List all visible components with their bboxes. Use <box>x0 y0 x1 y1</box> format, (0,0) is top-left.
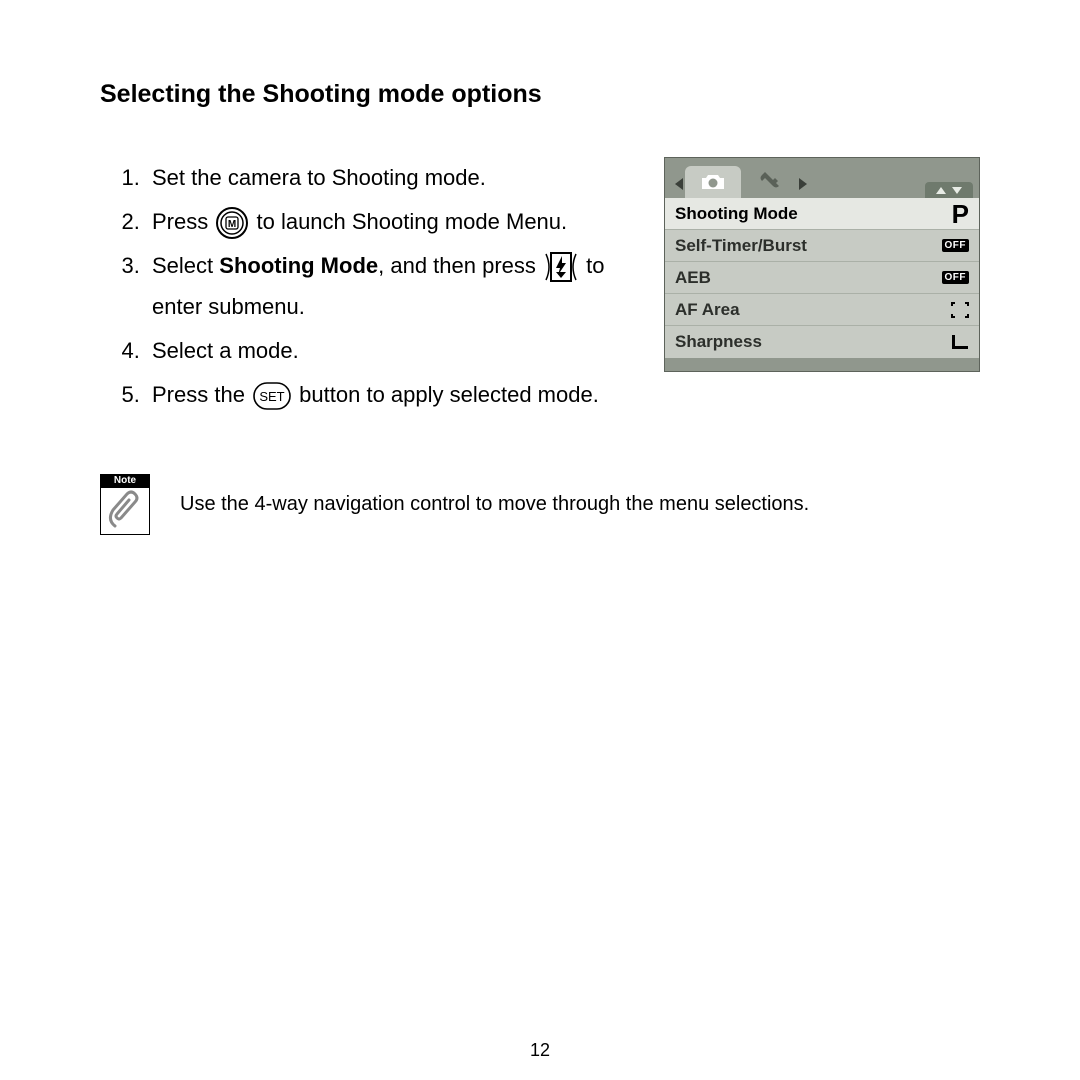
lcd-tab-bar <box>665 158 979 198</box>
note-text: Use the 4-way navigation control to move… <box>180 493 809 516</box>
note-icon: Note <box>100 474 150 536</box>
tab-setup[interactable] <box>741 166 797 198</box>
tab-shooting[interactable] <box>685 166 741 198</box>
lcd-row-shooting-mode[interactable]: Shooting Mode P <box>665 198 979 230</box>
lcd-row-label: Shooting Mode <box>675 204 798 224</box>
lcd-row-label: AF Area <box>675 300 740 320</box>
lcd-row-aeb[interactable]: AEB OFF <box>665 262 979 294</box>
step-5: Press the SET button to apply selected m… <box>146 374 634 416</box>
step-3: Select Shooting Mode, and then press to … <box>146 245 634 329</box>
step-3-b: , and then press <box>378 253 542 278</box>
lcd-value-p-icon: P <box>952 201 969 227</box>
lcd-row-label: Sharpness <box>675 332 762 352</box>
lcd-value-off-badge: OFF <box>942 239 970 252</box>
step-1-text: Set the camera to Shooting mode. <box>152 165 486 190</box>
camera-icon <box>700 172 726 192</box>
set-button-icon: SET <box>253 382 291 410</box>
step-1: Set the camera to Shooting mode. <box>146 157 634 199</box>
lcd-value-afarea-icon <box>951 302 969 318</box>
step-4: Select a mode. <box>146 330 634 372</box>
flash-down-icon <box>544 250 578 284</box>
step-2: Press M to launch Shooting mode Menu. <box>146 201 634 243</box>
page-number: 12 <box>0 1040 1080 1061</box>
lcd-menu-list: Shooting ModePSelf-Timer/BurstOFFAEBOFFA… <box>665 198 979 358</box>
svg-text:M: M <box>228 219 236 230</box>
camera-lcd-panel: Shooting ModePSelf-Timer/BurstOFFAEBOFFA… <box>664 157 980 372</box>
step-5-a: Press the <box>152 382 251 407</box>
instruction-column: Set the camera to Shooting mode. Press M… <box>100 157 634 418</box>
lcd-row-sharpness[interactable]: Sharpness <box>665 326 979 358</box>
section-heading: Selecting the Shooting mode options <box>100 80 980 109</box>
wrench-icon <box>756 172 782 192</box>
nav-up-down-icon <box>925 182 973 198</box>
note-label: Note <box>100 474 150 487</box>
tab-arrow-left-icon <box>675 178 683 190</box>
step-2-b: to launch Shooting mode Menu. <box>256 209 567 234</box>
m-button-icon: M <box>216 207 248 239</box>
lcd-value-off-badge: OFF <box>942 271 970 284</box>
step-3-bold: Shooting Mode <box>219 253 378 278</box>
svg-text:SET: SET <box>259 389 284 404</box>
lcd-row-label: AEB <box>675 268 711 288</box>
step-3-a: Select <box>152 253 219 278</box>
lcd-value-sharpness-icon <box>951 334 969 350</box>
tab-arrow-right-icon <box>799 178 807 190</box>
paperclip-icon <box>101 488 151 536</box>
lcd-row-label: Self-Timer/Burst <box>675 236 807 256</box>
lcd-row-af-area[interactable]: AF Area <box>665 294 979 326</box>
step-2-a: Press <box>152 209 214 234</box>
lcd-row-self-timer-burst[interactable]: Self-Timer/Burst OFF <box>665 230 979 262</box>
step-4-text: Select a mode. <box>152 338 299 363</box>
step-5-b: button to apply selected mode. <box>299 382 599 407</box>
